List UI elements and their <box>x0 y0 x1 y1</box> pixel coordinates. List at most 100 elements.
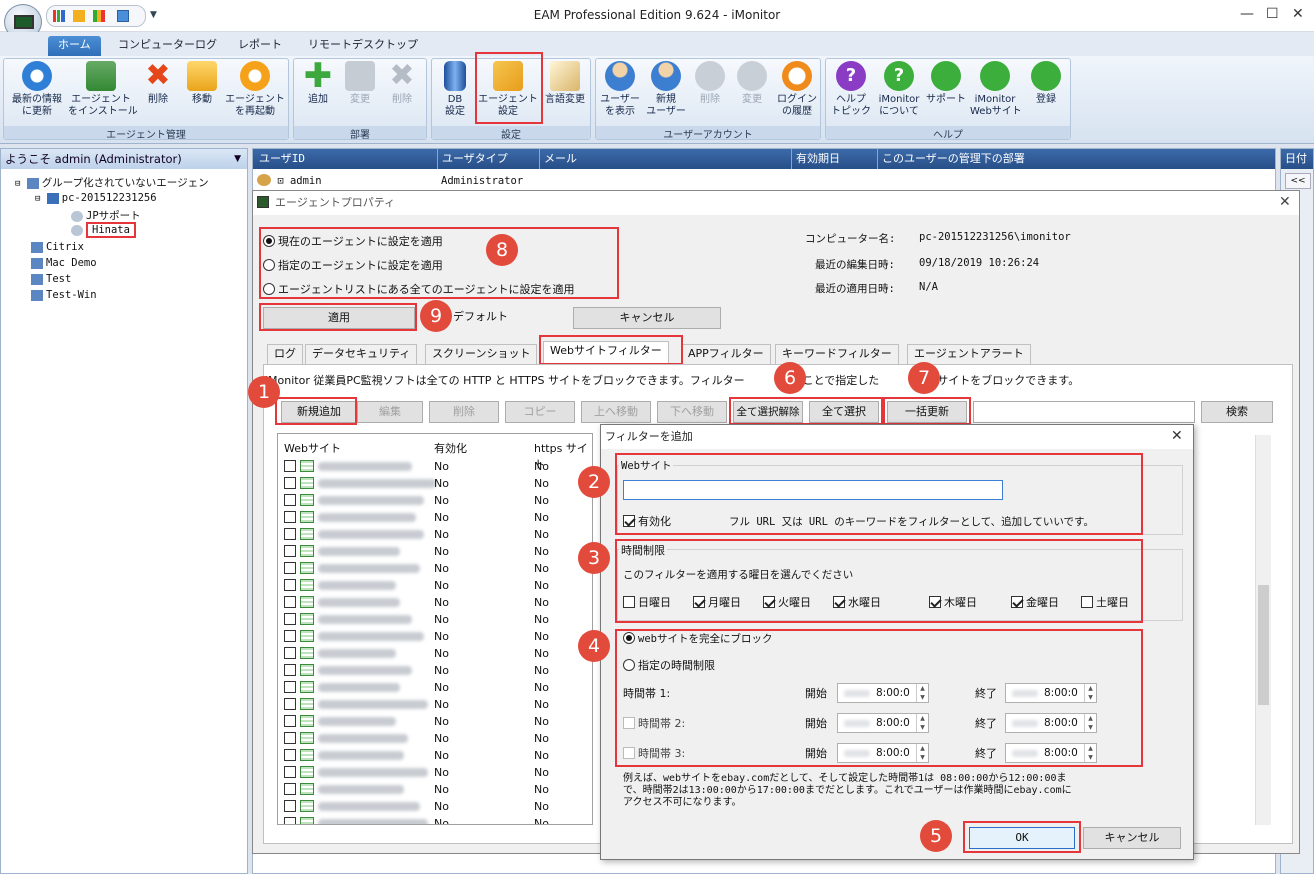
move-down-button[interactable]: 下へ移動 <box>657 401 727 423</box>
row-checkbox[interactable] <box>284 579 296 591</box>
about-button[interactable]: ? iMonitor について <box>876 61 922 118</box>
table-row[interactable]: NoNomail.sogou.com <box>278 526 592 543</box>
grid-scrollbar[interactable] <box>1255 435 1271 825</box>
row-checkbox[interactable] <box>284 494 296 506</box>
row-checkbox[interactable] <box>284 766 296 778</box>
table-row[interactable]: NoNomail.cn.yahoo.com <box>278 475 592 492</box>
search-button[interactable]: 検索 <box>1201 401 1273 423</box>
row-checkbox[interactable] <box>284 800 296 812</box>
row-checkbox[interactable] <box>284 715 296 727</box>
column-managed-depts[interactable]: このユーザーの管理下の部署 <box>877 149 1025 169</box>
tree-item-mac-demo[interactable]: Mac Demo <box>31 257 97 269</box>
tab-computer-log[interactable]: コンピューターログ <box>108 36 227 56</box>
scroll-thumb[interactable] <box>1258 585 1269 705</box>
grid-header-enabled[interactable]: 有効化 <box>434 440 467 456</box>
register-button[interactable]: 登録 <box>1024 61 1068 106</box>
dialog-close-icon[interactable]: ✕ <box>1279 194 1291 210</box>
support-button[interactable]: サポート <box>924 61 968 106</box>
edit-department-button[interactable]: 変更 <box>340 61 380 106</box>
tree-item-test-win[interactable]: Test-Win <box>31 289 97 301</box>
row-checkbox[interactable] <box>284 545 296 557</box>
new-user-button[interactable]: 新規 ユーザー <box>644 61 688 118</box>
table-row[interactable]: NoNoeyou.com <box>278 543 592 560</box>
maximize-button[interactable]: ☐ <box>1266 6 1279 22</box>
tree-item-citrix[interactable]: Citrix <box>31 241 84 253</box>
prev-date-button[interactable]: << <box>1285 173 1311 189</box>
language-button[interactable]: 言語変更 <box>542 61 588 106</box>
copy-button[interactable]: コピー <box>505 401 575 423</box>
restart-agent-button[interactable]: エージェント を再起動 <box>224 61 286 118</box>
minimize-button[interactable]: — <box>1240 6 1254 22</box>
chart-icon[interactable] <box>53 10 65 22</box>
radio-selected[interactable] <box>263 235 275 247</box>
tree-item-jp-support[interactable]: JPサポート <box>71 208 141 223</box>
table-row[interactable]: NoNofoxmail.com <box>278 611 592 628</box>
apply-current-option[interactable]: 現在のエージェントに設定を適用 <box>263 233 443 249</box>
table-row[interactable]: NoNoweipan.cn <box>278 781 592 798</box>
row-checkbox[interactable] <box>284 681 296 693</box>
row-checkbox[interactable] <box>284 511 296 523</box>
row-checkbox[interactable] <box>284 630 296 642</box>
db-settings-button[interactable]: DB 設定 <box>434 61 476 118</box>
column-user-id[interactable]: ユーザID <box>255 149 305 169</box>
table-row[interactable]: NoNopan.baidu.com <box>278 798 592 815</box>
monitor-icon[interactable] <box>117 10 129 22</box>
help-topic-button[interactable]: ? ヘルプ トピック <box>828 61 874 118</box>
row-checkbox[interactable] <box>284 596 296 608</box>
radio[interactable] <box>263 259 275 271</box>
tree-item-hinata[interactable]: Hinata <box>71 222 136 238</box>
report-icon[interactable] <box>73 10 85 22</box>
delete-user-button[interactable]: 削除 <box>690 61 730 106</box>
row-checkbox[interactable] <box>284 817 296 824</box>
refresh-button[interactable]: 最新の情報 に更新 <box>6 61 68 118</box>
column-expiry[interactable]: 有効期日 <box>791 149 840 169</box>
delete-agent-button[interactable]: ✖ 削除 <box>138 61 178 106</box>
tab-home[interactable]: ホーム <box>48 36 101 56</box>
filter-cancel-button[interactable]: キャンセル <box>1083 827 1181 849</box>
tab-remote-desktop[interactable]: リモートデスクトップ <box>298 36 428 56</box>
row-checkbox[interactable] <box>284 698 296 710</box>
tab-screenshot[interactable]: スクリーンショット <box>425 344 538 364</box>
table-row[interactable]: NoNokuai.xunlei.com <box>278 764 592 781</box>
row-checkbox[interactable] <box>284 647 296 659</box>
cancel-button[interactable]: キャンセル <box>573 307 721 329</box>
tab-report[interactable]: レポート <box>228 36 292 56</box>
apply-specified-option[interactable]: 指定のエージェントに設定を適用 <box>263 257 443 273</box>
add-department-button[interactable]: ✚ 追加 <box>298 59 338 106</box>
grid-header-website[interactable]: Webサイト <box>284 440 341 456</box>
install-agent-button[interactable]: エージェント をインストール <box>68 61 138 118</box>
column-user-type[interactable]: ユーザタイプ <box>437 149 508 169</box>
table-row[interactable]: NoNomail.yahoo.com <box>278 492 592 509</box>
column-email[interactable]: メール <box>539 149 577 169</box>
apply-all-option[interactable]: エージェントリストにある全てのエージェントに設定を適用 <box>263 281 575 297</box>
row-checkbox[interactable] <box>284 477 296 489</box>
table-row[interactable]: NoNohotmail.com <box>278 458 592 475</box>
radio[interactable] <box>263 283 275 295</box>
tab-app-filter[interactable]: APPフィルター <box>681 344 771 364</box>
row-checkbox[interactable] <box>284 460 296 472</box>
move-agent-button[interactable]: 移動 <box>182 61 222 106</box>
search-input[interactable] <box>973 401 1195 423</box>
tab-log[interactable]: ログ <box>267 344 303 364</box>
table-row[interactable]: NoNo188.com <box>278 577 592 594</box>
row-checkbox[interactable] <box>284 732 296 744</box>
user-row[interactable]: ⊡ admin <box>257 174 322 187</box>
table-row[interactable]: NoNomail.aliyun.com <box>278 696 592 713</box>
table-row[interactable]: NoNomail.21cn.com <box>278 560 592 577</box>
tab-data-security[interactable]: データセキュリティ <box>305 344 418 364</box>
table-row[interactable]: NoNovdisk.weibo.com <box>278 815 592 824</box>
delete-button[interactable]: 削除 <box>429 401 499 423</box>
edit-button[interactable]: 編集 <box>357 401 423 423</box>
close-button[interactable]: ✕ <box>1292 6 1304 22</box>
tab-agent-alert[interactable]: エージェントアラート <box>907 344 1031 364</box>
row-checkbox[interactable] <box>284 783 296 795</box>
dropdown-icon[interactable]: ▼ <box>234 149 241 169</box>
table-row[interactable]: NoNomail.wo.com.cn <box>278 628 592 645</box>
tree-item-ungrouped[interactable]: ⊟ グループ化されていないエージェン <box>15 175 209 190</box>
login-history-button[interactable]: ログイン の履歴 <box>774 61 820 118</box>
stats-icon[interactable] <box>93 10 105 22</box>
website-button[interactable]: iMonitor Webサイト <box>970 61 1022 118</box>
table-row[interactable]: NoNo263.net <box>278 645 592 662</box>
table-row[interactable]: NoNo115.com <box>278 713 592 730</box>
tree-item-pc[interactable]: ⊟ pc-201512231256 <box>35 192 157 204</box>
